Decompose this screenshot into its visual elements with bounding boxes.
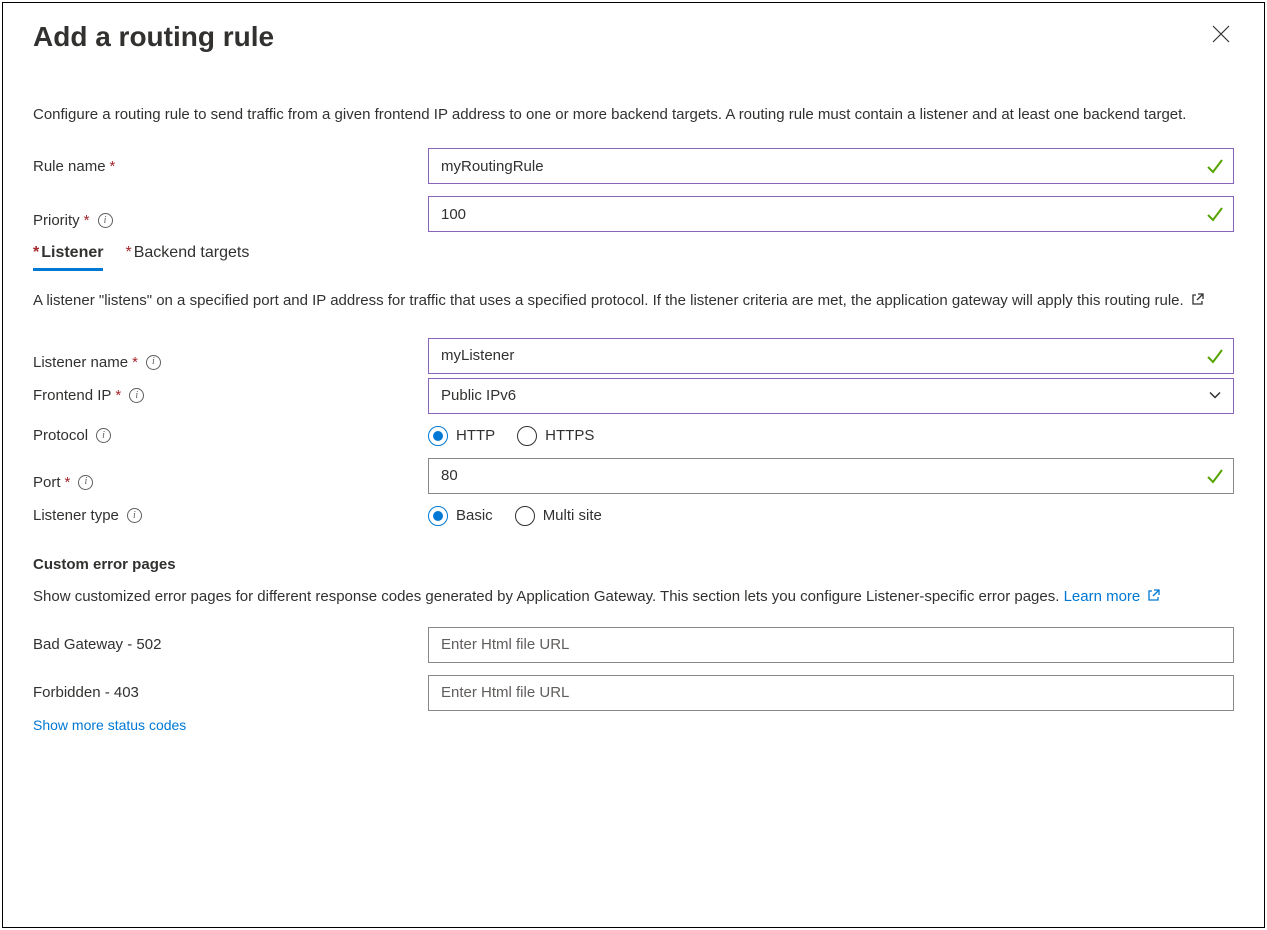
tab-listener-label: Listener: [41, 244, 103, 261]
page-title: Add a routing rule: [33, 21, 274, 53]
frontend-ip-row: Frontend IP * i Public IPv6: [33, 378, 1234, 414]
custom-error-description: Show customized error pages for differen…: [33, 585, 1234, 609]
protocol-http-label: HTTP: [456, 427, 495, 444]
info-icon[interactable]: i: [78, 475, 93, 490]
port-row: Port * i: [33, 458, 1234, 494]
external-link-icon: [1147, 586, 1160, 609]
protocol-https-label: HTTPS: [545, 427, 594, 444]
learn-more-link[interactable]: Learn more: [1064, 588, 1161, 605]
forbidden-row: Forbidden - 403: [33, 675, 1234, 711]
listener-type-label: Listener type: [33, 507, 119, 524]
bad-gateway-row: Bad Gateway - 502: [33, 627, 1234, 663]
bad-gateway-label: Bad Gateway - 502: [33, 636, 161, 653]
listener-type-multi-label: Multi site: [543, 507, 602, 524]
close-button[interactable]: [1208, 21, 1234, 50]
checkmark-icon: [1206, 205, 1224, 223]
required-asterisk: *: [84, 212, 90, 229]
port-label: Port: [33, 474, 61, 491]
protocol-http-radio[interactable]: HTTP: [428, 426, 495, 446]
frontend-ip-select[interactable]: Public IPv6: [428, 378, 1234, 414]
priority-input[interactable]: [428, 196, 1234, 232]
tab-backend-targets[interactable]: *Backend targets: [125, 244, 249, 271]
required-asterisk: *: [125, 244, 131, 261]
info-icon[interactable]: i: [96, 428, 111, 443]
radio-icon: [428, 506, 448, 526]
rule-name-row: Rule name *: [33, 148, 1234, 184]
bad-gateway-input[interactable]: [428, 627, 1234, 663]
listener-name-label: Listener name: [33, 354, 128, 371]
listener-tab-description: A listener "listens" on a specified port…: [33, 289, 1234, 313]
protocol-label: Protocol: [33, 427, 88, 444]
intro-text: Configure a routing rule to send traffic…: [33, 103, 1234, 126]
rule-name-input[interactable]: [428, 148, 1234, 184]
external-link-icon[interactable]: [1191, 290, 1204, 313]
tabs: *Listener *Backend targets: [33, 244, 1234, 271]
routing-rule-panel: Add a routing rule Configure a routing r…: [2, 2, 1265, 928]
listener-name-input[interactable]: [428, 338, 1234, 374]
chevron-down-icon: [1208, 387, 1222, 404]
listener-name-row: Listener name * i: [33, 338, 1234, 374]
forbidden-input[interactable]: [428, 675, 1234, 711]
panel-header: Add a routing rule: [33, 21, 1234, 53]
radio-icon: [428, 426, 448, 446]
required-asterisk: *: [110, 158, 116, 175]
required-asterisk: *: [132, 354, 138, 371]
protocol-row: Protocol i HTTP HTTPS: [33, 418, 1234, 454]
checkmark-icon: [1206, 347, 1224, 365]
tab-listener[interactable]: *Listener: [33, 244, 103, 271]
checkmark-icon: [1206, 467, 1224, 485]
priority-row: Priority * i: [33, 196, 1234, 232]
priority-label: Priority: [33, 212, 80, 229]
tab-backend-label: Backend targets: [134, 244, 250, 261]
radio-icon: [517, 426, 537, 446]
listener-type-basic-radio[interactable]: Basic: [428, 506, 493, 526]
info-icon[interactable]: i: [146, 355, 161, 370]
checkmark-icon: [1206, 157, 1224, 175]
close-icon: [1212, 27, 1230, 47]
info-icon[interactable]: i: [129, 388, 144, 403]
forbidden-label: Forbidden - 403: [33, 684, 139, 701]
show-more-status-codes-link[interactable]: Show more status codes: [33, 717, 186, 733]
required-asterisk: *: [33, 244, 39, 261]
frontend-ip-label: Frontend IP: [33, 387, 111, 404]
required-asterisk: *: [65, 474, 71, 491]
listener-type-row: Listener type i Basic Multi site: [33, 498, 1234, 534]
port-input[interactable]: [428, 458, 1234, 494]
rule-name-label: Rule name: [33, 158, 106, 175]
protocol-https-radio[interactable]: HTTPS: [517, 426, 594, 446]
radio-icon: [515, 506, 535, 526]
info-icon[interactable]: i: [127, 508, 142, 523]
required-asterisk: *: [115, 387, 121, 404]
listener-type-basic-label: Basic: [456, 507, 493, 524]
listener-type-multi-radio[interactable]: Multi site: [515, 506, 602, 526]
info-icon[interactable]: i: [98, 213, 113, 228]
frontend-ip-value: Public IPv6: [441, 387, 516, 404]
custom-error-heading: Custom error pages: [33, 556, 1234, 573]
